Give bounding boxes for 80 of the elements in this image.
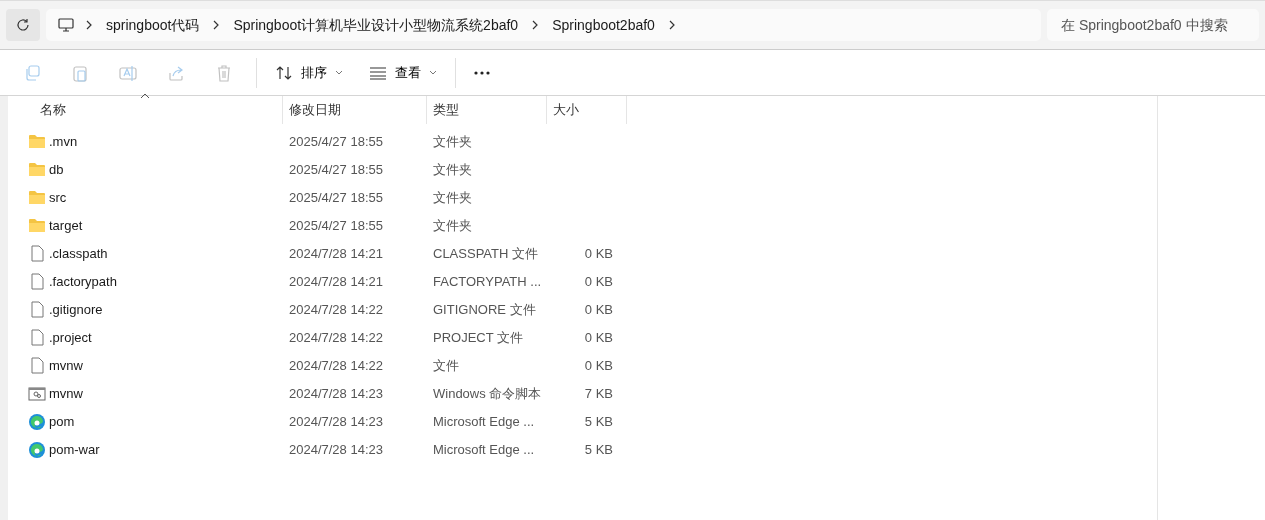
type-cell-text: Windows 命令脚本 bbox=[432, 386, 543, 402]
file-icon bbox=[28, 357, 46, 375]
column-header[interactable]: 修改日期 bbox=[283, 96, 427, 124]
caret-icon bbox=[335, 69, 343, 76]
script-icon bbox=[28, 385, 46, 403]
rename-icon bbox=[119, 63, 137, 82]
date-cell-text: 2025/4/27 18:55 bbox=[288, 162, 384, 178]
date-cell-text: 2024/7/28 14:23 bbox=[288, 414, 384, 430]
column-header[interactable]: 类型 bbox=[427, 96, 547, 124]
sort-icon bbox=[275, 64, 293, 81]
type-cell-text: 文件 bbox=[432, 358, 460, 374]
file-name[interactable]: target bbox=[46, 216, 89, 236]
file-name[interactable]: pom bbox=[46, 412, 81, 432]
column-header[interactable]: 大小 bbox=[547, 96, 627, 124]
date-cell-text: 2024/7/28 14:21 bbox=[288, 246, 384, 262]
file-name[interactable]: .project bbox=[46, 328, 98, 348]
folder-icon bbox=[28, 217, 46, 235]
date-cell-text: 2025/4/27 18:55 bbox=[288, 190, 384, 206]
date-cell-text: 2024/7/28 14:23 bbox=[288, 386, 384, 402]
copy-icon bbox=[23, 63, 41, 82]
file-name[interactable]: .classpath bbox=[46, 244, 114, 264]
type-cell-text: 文件夹 bbox=[432, 162, 473, 178]
search-field[interactable]: 在 Springboot2baf0 中搜索 bbox=[1047, 9, 1259, 41]
refresh-button[interactable] bbox=[6, 9, 40, 41]
file-name[interactable]: pom-war bbox=[46, 440, 106, 460]
date-cell-text: 2025/4/27 18:55 bbox=[288, 134, 384, 150]
address-bar[interactable]: springboot代码 Springboot计算机毕业设计小型物流系统2baf0 Springboot2baf0 bbox=[46, 9, 1041, 41]
type-cell-text: FACTORYPATH ... bbox=[432, 274, 543, 290]
clipboard-icon bbox=[71, 63, 89, 82]
type-cell-text: 文件夹 bbox=[432, 134, 473, 150]
column-header[interactable]: 名称 bbox=[8, 96, 283, 124]
more-icon bbox=[474, 70, 490, 75]
file-name[interactable]: .gitignore bbox=[46, 300, 109, 320]
folder-icon bbox=[28, 189, 46, 207]
type-cell-text: 文件夹 bbox=[432, 218, 473, 234]
breadcrumb-item[interactable]: Springboot计算机毕业设计小型物流系统2baf0 bbox=[221, 14, 531, 36]
size-cell-text: 7 KB bbox=[583, 386, 614, 402]
refresh-icon bbox=[16, 18, 30, 32]
edge-icon bbox=[28, 441, 46, 459]
breadcrumb-item[interactable]: springboot代码 bbox=[94, 14, 212, 36]
type-cell-text: PROJECT 文件 bbox=[432, 330, 525, 346]
file-name[interactable]: mvnw bbox=[46, 356, 89, 376]
folder-icon bbox=[28, 133, 46, 151]
size-cell-text: 0 KB bbox=[583, 358, 614, 374]
caret-icon bbox=[429, 69, 437, 76]
size-cell-text: 0 KB bbox=[583, 302, 614, 318]
date-cell-text: 2024/7/28 14:22 bbox=[288, 302, 384, 318]
date-cell-text: 2024/7/28 14:22 bbox=[288, 330, 384, 346]
chevron-icon bbox=[84, 20, 94, 30]
size-cell-text: 0 KB bbox=[583, 330, 614, 346]
list-icon bbox=[369, 65, 387, 80]
date-cell-text: 2024/7/28 14:23 bbox=[288, 442, 384, 458]
edge-icon bbox=[28, 413, 46, 431]
date-cell-text: 2024/7/28 14:21 bbox=[288, 274, 384, 290]
type-cell-text: 文件夹 bbox=[432, 190, 473, 206]
file-icon bbox=[28, 301, 46, 319]
file-name[interactable]: src bbox=[46, 188, 73, 208]
date-cell-text: 2024/7/28 14:22 bbox=[288, 358, 384, 374]
trash-icon bbox=[215, 63, 233, 82]
type-cell-text: CLASSPATH 文件 bbox=[432, 246, 539, 262]
view-button[interactable]: 查看 bbox=[359, 55, 447, 90]
size-cell-text: 5 KB bbox=[583, 414, 614, 430]
type-cell-text: GITIGNORE 文件 bbox=[432, 302, 537, 318]
size-cell-text: 0 KB bbox=[583, 246, 614, 262]
computer-icon bbox=[58, 17, 74, 33]
type-cell-text: Microsoft Edge ... bbox=[432, 414, 536, 430]
type-cell-text: Microsoft Edge ... bbox=[432, 442, 536, 458]
file-icon bbox=[28, 329, 46, 347]
breadcrumb-item[interactable]: Springboot2baf0 bbox=[540, 14, 667, 36]
file-name[interactable]: db bbox=[46, 160, 70, 180]
folder-icon bbox=[28, 161, 46, 179]
file-icon bbox=[28, 245, 46, 263]
date-cell-text: 2025/4/27 18:55 bbox=[288, 218, 384, 234]
file-icon bbox=[28, 273, 46, 291]
file-name[interactable]: .mvn bbox=[46, 132, 84, 152]
size-cell-text: 5 KB bbox=[583, 442, 614, 458]
sort-button[interactable]: 排序 bbox=[265, 55, 353, 90]
size-cell-text: 0 KB bbox=[583, 274, 614, 290]
file-name[interactable]: mvnw bbox=[46, 384, 89, 404]
file-name[interactable]: .factorypath bbox=[46, 272, 123, 292]
